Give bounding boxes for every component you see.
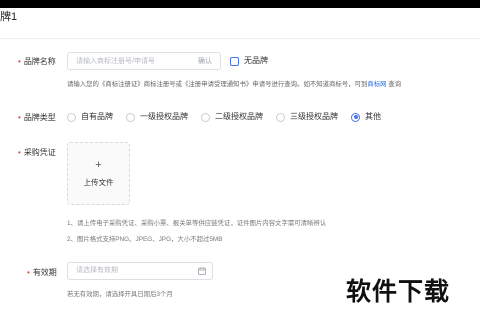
radio-level1-authorized[interactable]: 一级授权品牌 <box>126 111 188 123</box>
radio-label: 自有品牌 <box>81 112 113 121</box>
radio-label: 二级授权品牌 <box>215 112 263 121</box>
help-text: 请输入您的《商标注册证》商标注册号或《注册申请受理通知书》申请号进行查询。如不知… <box>67 81 368 88</box>
section-title: 牌1 <box>0 11 18 23</box>
upload-file-button[interactable]: + 上传文件 <box>67 142 130 205</box>
title-divider <box>0 38 480 39</box>
validity-date-picker[interactable]: 请选择有效期 <box>67 262 213 280</box>
help-suffix: 查询 <box>386 81 402 88</box>
date-placeholder: 请选择有效期 <box>76 267 118 274</box>
upload-note-1: 1、请上传电子采购凭证、采购小票、报关单等供应链凭证，证件图片内容文字需可清晰辨… <box>67 220 327 227</box>
brand-type-radio-group: 自有品牌 一级授权品牌 二级授权品牌 三级授权品牌 其他 <box>67 111 394 123</box>
radio-circle[interactable] <box>276 112 285 122</box>
top-bar <box>0 0 480 8</box>
checkbox-box[interactable] <box>230 56 239 66</box>
brand-name-label-text: 品牌名称 <box>23 57 56 66</box>
required-mark: • <box>27 268 30 277</box>
radio-circle[interactable] <box>201 112 210 122</box>
required-mark: • <box>18 148 21 157</box>
radio-other[interactable]: 其他 <box>351 111 381 123</box>
upload-note-2: 2、图片格式支持PNG、JPEG、JPG，大小不超过5MB <box>67 236 223 243</box>
watermark: 软件下载 <box>346 277 451 306</box>
brand-type-label-text: 品牌类型 <box>23 113 56 122</box>
purchase-proof-label: • 采购凭证 <box>18 147 56 159</box>
plus-icon: + <box>95 159 102 171</box>
no-brand-label: 无品牌 <box>244 56 268 65</box>
brand-type-label: • 品牌类型 <box>18 112 56 124</box>
radio-level3-authorized[interactable]: 三级授权品牌 <box>276 111 338 123</box>
required-mark: • <box>18 113 21 122</box>
trademark-site-link[interactable]: 商标网 <box>367 81 386 88</box>
radio-circle-selected[interactable] <box>351 112 360 122</box>
purchase-proof-label-text: 采购凭证 <box>23 148 56 157</box>
radio-circle[interactable] <box>126 112 135 122</box>
validity-label-text: 有效期 <box>32 268 57 277</box>
validity-label: • 有效期 <box>27 267 57 279</box>
radio-level2-authorized[interactable]: 二级授权品牌 <box>201 111 263 123</box>
radio-label: 三级授权品牌 <box>290 112 338 121</box>
radio-circle[interactable] <box>67 112 76 122</box>
calendar-icon[interactable] <box>198 267 206 275</box>
required-mark: • <box>18 57 21 66</box>
no-brand-checkbox[interactable]: 无品牌 <box>230 55 268 67</box>
brand-name-label: • 品牌名称 <box>18 56 56 68</box>
radio-own-brand[interactable]: 自有品牌 <box>67 111 113 123</box>
radio-label: 其他 <box>365 112 381 121</box>
validity-note: 若无有效期，请选择开具日期后3个月 <box>67 291 173 298</box>
radio-label: 一级授权品牌 <box>140 112 188 121</box>
brand-help-text: 请输入您的《商标注册证》商标注册号或《注册申请受理通知书》申请号进行查询。如不知… <box>67 80 401 90</box>
confirm-button[interactable]: 确认 <box>190 54 220 68</box>
upload-label: 上传文件 <box>83 178 114 187</box>
